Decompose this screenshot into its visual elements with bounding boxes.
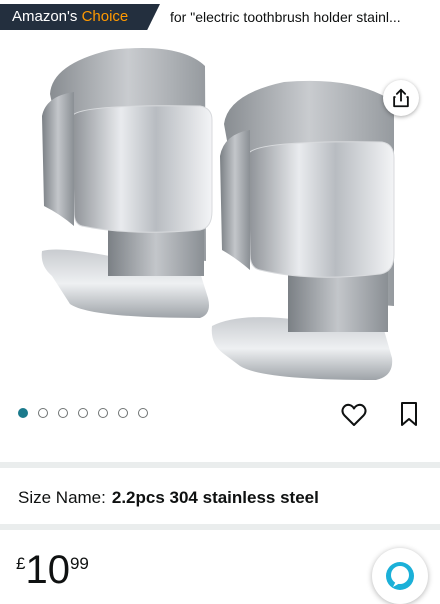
section-divider bbox=[0, 462, 440, 468]
carousel-dot-3[interactable] bbox=[58, 408, 68, 418]
holder-left bbox=[41, 48, 213, 318]
carousel-dot-5[interactable] bbox=[98, 408, 108, 418]
alexa-button[interactable] bbox=[372, 548, 428, 604]
price-whole: 10 bbox=[25, 548, 70, 592]
size-label: Size Name: bbox=[18, 488, 106, 507]
heart-icon bbox=[341, 403, 367, 426]
product-image[interactable] bbox=[0, 36, 440, 390]
amazons-choice-text: Amazon's Choice bbox=[12, 8, 128, 26]
holder-right bbox=[211, 80, 395, 380]
save-for-later-button[interactable] bbox=[398, 400, 420, 428]
carousel-dot-4[interactable] bbox=[78, 408, 88, 418]
badge-prefix: Amazon's bbox=[12, 8, 82, 25]
amazons-choice-badge: Amazon's Choice bbox=[0, 4, 160, 30]
share-icon bbox=[393, 88, 409, 108]
price-fraction: 99 bbox=[69, 554, 89, 573]
add-to-wishlist-button[interactable] bbox=[340, 402, 368, 428]
badge-highlight: Choice bbox=[81, 8, 129, 25]
amazons-choice-bar: Amazon's Choice for "electric toothbrush… bbox=[0, 0, 440, 34]
bookmark-icon bbox=[401, 402, 417, 426]
size-value: 2.2pcs 304 stainless steel bbox=[111, 488, 319, 507]
carousel-dot-7[interactable] bbox=[138, 408, 148, 418]
alexa-icon bbox=[386, 562, 414, 590]
share-button[interactable] bbox=[383, 80, 419, 116]
product-photo bbox=[41, 48, 395, 380]
carousel-dot-6[interactable] bbox=[118, 408, 128, 418]
price-currency: £ bbox=[16, 554, 26, 573]
carousel-dot-2[interactable] bbox=[38, 408, 48, 418]
carousel-dot-1[interactable] bbox=[18, 408, 28, 418]
image-carousel-indicator[interactable] bbox=[18, 408, 148, 418]
section-divider bbox=[0, 524, 440, 530]
price: £1099 bbox=[16, 548, 89, 592]
size-selector[interactable]: Size Name: 2.2pcs 304 stainless steel bbox=[18, 488, 319, 508]
search-context-link[interactable]: for "electric toothbrush holder stainl..… bbox=[170, 8, 432, 26]
